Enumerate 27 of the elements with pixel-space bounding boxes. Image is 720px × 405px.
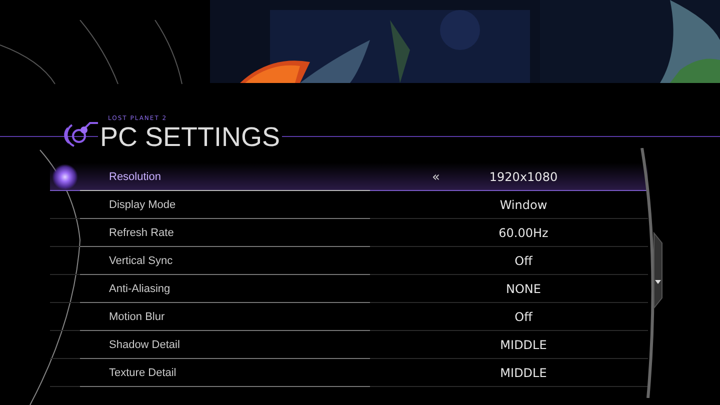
setting-label: Display Mode [108,198,177,210]
setting-label: Resolution [108,170,162,182]
settings-row[interactable]: Texture Detail MIDDLE [50,359,648,387]
settings-row[interactable]: Anti-Aliasing NONE [50,275,648,303]
setting-value: NONE [506,282,541,296]
setting-value: MIDDLE [500,338,547,352]
setting-label: Refresh Rate [108,226,175,238]
setting-label: Texture Detail [108,366,178,378]
logo-icon [62,119,98,149]
setting-label: Vertical Sync [108,254,174,266]
previous-option-button[interactable]: « [432,170,440,184]
setting-value: Window [500,198,548,212]
setting-label: Shadow Detail [108,338,181,350]
settings-row[interactable]: Resolution « 1920x1080 [50,163,648,191]
setting-label: Anti-Aliasing [108,282,172,294]
settings-row[interactable]: Refresh Rate 60.00Hz [50,219,648,247]
setting-value: 60.00Hz [498,226,548,240]
setting-value: Off [514,310,532,324]
setting-value: Off [514,254,532,268]
setting-value: MIDDLE [500,366,547,380]
setting-label: Motion Blur [108,310,166,322]
settings-row[interactable]: Display Mode Window [50,191,648,219]
selection-orb-icon [52,164,78,190]
setting-value: 1920x1080 [489,170,558,184]
settings-row[interactable]: Vertical Sync Off [50,247,648,275]
settings-row[interactable]: Motion Blur Off [50,303,648,331]
settings-row[interactable]: Shadow Detail MIDDLE [50,331,648,359]
